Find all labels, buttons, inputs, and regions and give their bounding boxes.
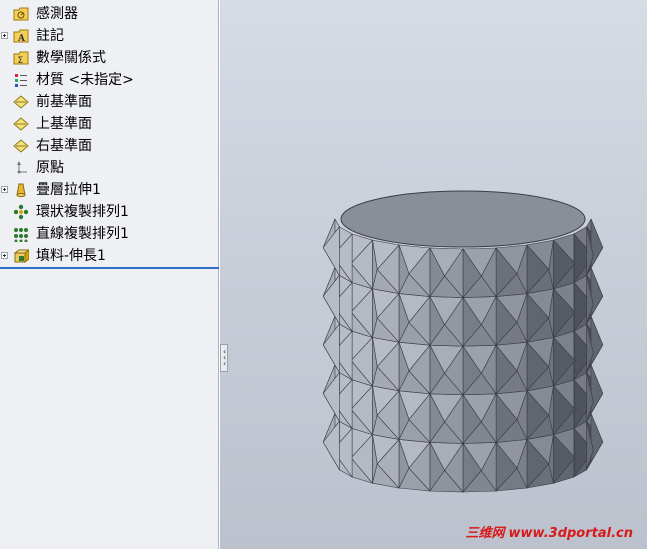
equations-icon: Σ <box>13 50 29 66</box>
knurled-cylinder-model <box>322 190 604 493</box>
tree-item-label: 數學關係式 <box>36 50 106 66</box>
tree-item-label: 前基準面 <box>36 94 92 110</box>
watermark-url: www.3dportal.cn <box>508 526 633 541</box>
plane-icon <box>13 94 29 110</box>
pyramid-face <box>590 316 604 366</box>
tree-item-material[interactable]: 材質 <未指定> <box>0 69 218 91</box>
panel-splitter-handle[interactable]: ‹ ‹ ‹ <box>220 344 228 372</box>
circular-pattern-icon <box>13 204 29 220</box>
pyramid-face <box>590 364 604 415</box>
tree-item-label: 直線複製排列1 <box>36 226 129 242</box>
tree-item-label: 右基準面 <box>36 138 92 154</box>
tree-item-annotations[interactable]: A 註記 <box>0 25 218 47</box>
graphics-viewport[interactable]: 三维网 www.3dportal.cn <box>220 0 647 549</box>
tree-item-linear-pattern[interactable]: 直線複製排列1 <box>0 223 218 245</box>
tree-item-circular-pattern[interactable]: 環狀複製排列1 <box>0 201 218 223</box>
tree-item-loft[interactable]: 疊層拉伸1 <box>0 179 218 201</box>
tree-item-right-plane[interactable]: 右基準面 <box>0 135 218 157</box>
expand-toggle[interactable] <box>1 32 8 39</box>
extrude-icon <box>13 248 31 264</box>
linear-pattern-icon <box>13 226 29 243</box>
tree-item-label: 材質 <未指定> <box>36 72 134 88</box>
expand-toggle[interactable] <box>1 252 8 259</box>
tree-item-label: 註記 <box>36 28 64 44</box>
feature-manager-tree: 感測器 A 註記 Σ 數學關係式 材質 <未指定> 前基準面 上基準面 右基準面… <box>0 0 219 549</box>
material-icon <box>13 72 29 88</box>
plane-icon <box>13 116 29 132</box>
tree-item-boss-extrude[interactable]: 填料-伸長1 <box>0 245 218 267</box>
pyramid-face <box>590 413 604 464</box>
sensor-icon <box>13 6 29 22</box>
watermark: 三维网 www.3dportal.cn <box>466 522 634 541</box>
pyramid-face <box>590 267 604 318</box>
tree-item-label: 感測器 <box>36 6 78 22</box>
tree-item-front-plane[interactable]: 前基準面 <box>0 91 218 113</box>
origin-icon <box>13 160 29 176</box>
tree-item-label: 環狀複製排列1 <box>36 204 129 220</box>
annotation-icon: A <box>13 28 29 44</box>
cylinder-top-face <box>340 190 586 248</box>
svg-text:A: A <box>17 34 26 44</box>
tree-item-label: 原點 <box>36 160 64 176</box>
tree-item-sensors[interactable]: 感測器 <box>0 3 218 25</box>
tree-item-equations[interactable]: Σ 數學關係式 <box>0 47 218 69</box>
tree-item-top-plane[interactable]: 上基準面 <box>0 113 218 135</box>
expand-toggle[interactable] <box>1 186 8 193</box>
loft-icon <box>13 182 29 198</box>
tree-item-label: 上基準面 <box>36 116 92 132</box>
svg-text:Σ: Σ <box>18 56 24 66</box>
watermark-site-name: 三维网 <box>465 526 505 541</box>
rollback-bar[interactable] <box>0 267 219 269</box>
tree-item-origin[interactable]: 原點 <box>0 157 218 179</box>
tree-item-label: 疊層拉伸1 <box>36 182 101 198</box>
plane-icon <box>13 138 29 154</box>
pyramid-face <box>590 218 604 269</box>
tree-item-label: 填料-伸長1 <box>36 248 106 264</box>
